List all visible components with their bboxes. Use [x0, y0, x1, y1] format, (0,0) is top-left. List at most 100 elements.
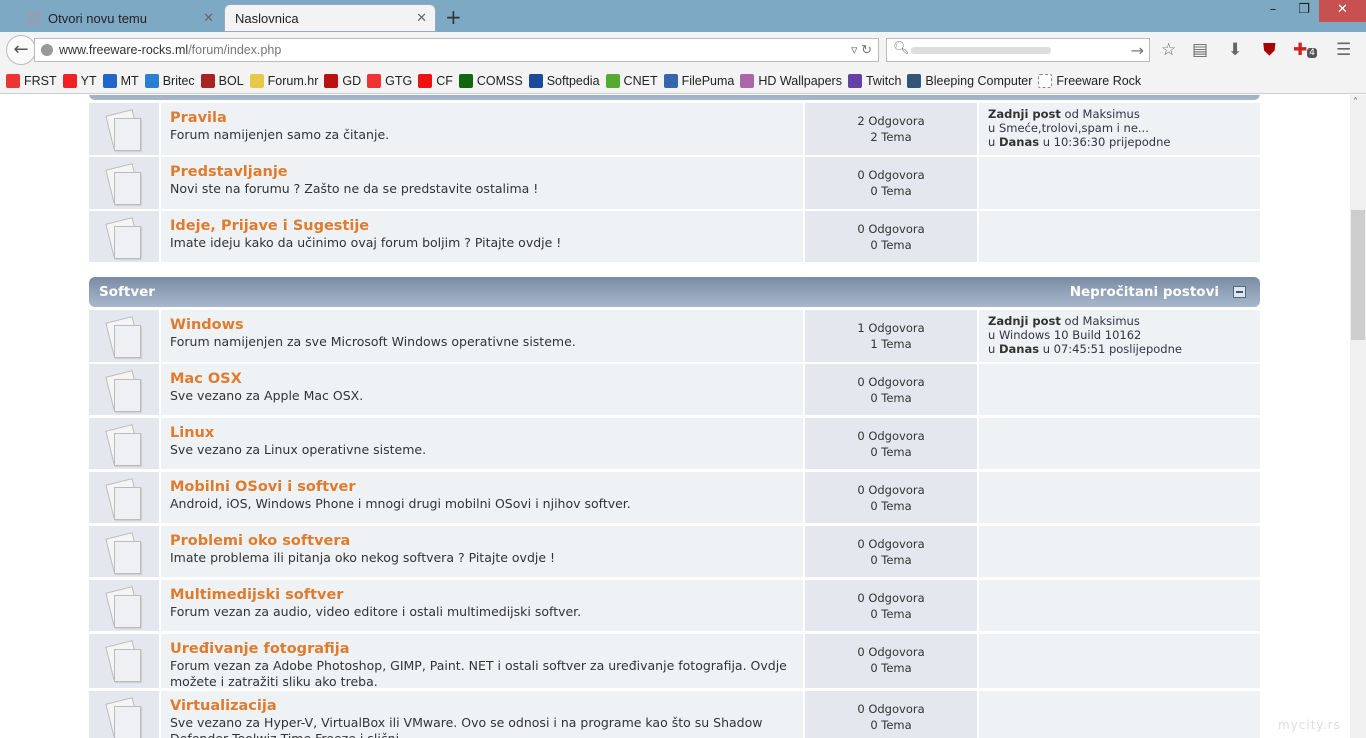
tab-naslovnica[interactable]: Naslovnica ✕ — [224, 4, 436, 32]
tab-otvori-novu-temu[interactable]: Otvori novu temu ✕ — [16, 4, 222, 32]
last-post-topic[interactable]: u Windows 10 Build 10162 — [988, 328, 1251, 342]
last-post — [979, 526, 1260, 577]
replies-count: 1 Odgovora — [857, 321, 925, 335]
watermark: mycity.rs — [1278, 718, 1341, 732]
forum-title-link[interactable]: Windows — [170, 316, 794, 334]
bookmark-item[interactable]: FilePuma — [663, 73, 734, 88]
scrollbar[interactable]: ˄ — [1350, 95, 1366, 738]
search-input[interactable]: 🔍︎ → — [886, 38, 1150, 62]
last-post — [979, 364, 1260, 415]
bookmark-favicon-icon — [663, 73, 678, 88]
forum-stats: 0 Odgovora 0 Tema — [805, 157, 977, 209]
bookmark-item[interactable]: FRST — [6, 73, 57, 88]
category-header — [89, 95, 1260, 100]
bookmark-item[interactable]: COMSS — [458, 73, 523, 88]
bookmark-star-icon[interactable]: ☆ — [1161, 40, 1176, 60]
bookmark-item[interactable]: HD Wallpapers — [740, 73, 842, 88]
forum-description: Forum namijenjen za sve Microsoft Window… — [170, 334, 576, 349]
collapse-icon[interactable] — [1233, 286, 1246, 298]
bookmark-item[interactable]: CF — [418, 73, 453, 88]
bookmark-item[interactable]: Forum.hr — [249, 73, 318, 88]
topics-count: 0 Tema — [870, 499, 912, 513]
bookmark-label: Softpedia — [546, 73, 600, 88]
page-icon — [114, 541, 141, 574]
forum-row: Pravila Forum namijenjen samo za čitanje.… — [89, 103, 1260, 155]
page-icon — [114, 595, 141, 628]
minimize-button[interactable]: – — [1258, 0, 1288, 22]
forum-title-link[interactable]: Mobilni OSovi i softver — [170, 478, 794, 496]
url-bar[interactable]: www.freeware-rocks.ml/forum/index.php ▿ ↻ — [34, 38, 879, 62]
forum-title-link[interactable]: Mac OSX — [170, 370, 794, 388]
bookmark-favicon-icon — [847, 73, 862, 88]
tab-label: Naslovnica — [235, 10, 299, 26]
search-go-icon[interactable]: → — [1131, 41, 1144, 60]
downloads-icon[interactable]: ⬇ — [1228, 40, 1242, 60]
forum-title-link[interactable]: Uređivanje fotografija — [170, 640, 794, 658]
extension-icon[interactable]: ✚ 4 — [1293, 40, 1317, 60]
forum-description: Sve vezano za Apple Mac OSX. — [170, 388, 364, 403]
topics-count: 0 Tema — [870, 184, 912, 198]
forum-title-link[interactable]: Linux — [170, 424, 794, 442]
bookmark-label: Bleeping Computer — [925, 73, 1033, 88]
search-icon: 🔍︎ — [893, 41, 910, 56]
forum-read-icon — [89, 211, 159, 262]
scroll-up-icon[interactable]: ˄ — [1353, 97, 1358, 108]
forum-title-link[interactable]: Predstavljanje — [170, 163, 794, 181]
replies-count: 0 Odgovora — [857, 168, 925, 182]
bookmark-favicon-icon — [740, 73, 755, 88]
last-post-time: u Danas u 07:45:51 poslijepodne — [988, 342, 1251, 356]
scrollbar-thumb[interactable] — [1351, 210, 1365, 340]
new-tab-button[interactable]: + — [445, 5, 462, 29]
replies-count: 0 Odgovora — [857, 591, 925, 605]
bookmark-item[interactable]: GTG — [367, 73, 412, 88]
forum-stats: 0 Odgovora 0 Tema — [805, 580, 977, 631]
bookmark-item[interactable]: CNET — [605, 73, 658, 88]
unread-posts-link[interactable]: Nepročitani postovi — [1070, 284, 1219, 300]
restore-button[interactable]: ❐ — [1289, 0, 1319, 22]
bookmark-favicon-icon — [249, 73, 264, 88]
url-path: /forum/index.php — [188, 43, 282, 57]
bookmark-item[interactable]: YT — [62, 73, 97, 88]
when-prefix: u — [988, 342, 996, 356]
forum-info: Linux Sve vezano za Linux operativne sist… — [161, 418, 803, 469]
back-button[interactable]: ← — [6, 35, 36, 65]
menu-icon[interactable]: ☰ — [1336, 40, 1351, 60]
bookmark-item[interactable]: MT — [102, 73, 139, 88]
reload-icon[interactable]: ▿ ↻ — [851, 39, 872, 61]
last-post-author[interactable]: od Maksimus — [1065, 314, 1140, 328]
close-tab-icon[interactable]: ✕ — [416, 10, 427, 26]
reading-list-icon[interactable]: ▤ — [1192, 40, 1208, 60]
bookmark-item[interactable]: Bleeping Computer — [907, 73, 1033, 88]
last-post-label: Zadnji post — [988, 314, 1061, 328]
forum-title-link[interactable]: Ideje, Prijave i Sugestije — [170, 217, 794, 235]
bookmark-item[interactable]: Freeware Rock — [1038, 73, 1141, 88]
forum-description: Imate problema ili pitanja oko nekog sof… — [170, 550, 556, 565]
forum-info: Mac OSX Sve vezano za Apple Mac OSX. — [161, 364, 803, 415]
forum-title-link[interactable]: Pravila — [170, 109, 794, 127]
category-title[interactable]: Softver — [99, 284, 155, 300]
close-tab-icon[interactable]: ✕ — [203, 10, 214, 26]
last-post-author[interactable]: od Maksimus — [1065, 107, 1140, 121]
bookmark-favicon-icon — [528, 73, 543, 88]
last-post-topic[interactable]: u Smeće,trolovi,spam i ne... — [988, 121, 1251, 135]
forum-read-icon — [89, 364, 159, 415]
bookmark-favicon-icon — [367, 73, 382, 88]
bookmark-item[interactable]: Britec — [144, 73, 195, 88]
ublock-icon[interactable]: ⛊ — [1263, 40, 1276, 60]
bookmark-label: Twitch — [865, 73, 902, 88]
category-header-softver[interactable]: Softver Nepročitani postovi — [89, 277, 1260, 307]
close-window-button[interactable]: ✕ — [1319, 0, 1366, 22]
bookmark-item[interactable]: BOL — [200, 73, 244, 88]
bookmark-favicon-icon — [458, 73, 473, 88]
page-icon — [114, 487, 141, 520]
last-post: Zadnji post od Maksimus u Smeće,trolovi,s… — [979, 103, 1260, 155]
forum-title-link[interactable]: Virtualizacija — [170, 697, 794, 715]
bookmark-item[interactable]: Softpedia — [528, 73, 600, 88]
bookmark-item[interactable]: Twitch — [847, 73, 902, 88]
replies-count: 0 Odgovora — [857, 483, 925, 497]
forum-title-link[interactable]: Problemi oko softvera — [170, 532, 794, 550]
replies-count: 0 Odgovora — [857, 222, 925, 236]
bookmark-item[interactable]: GD — [324, 73, 361, 88]
forum-stats: 0 Odgovora 0 Tema — [805, 418, 977, 469]
forum-title-link[interactable]: Multimedijski softver — [170, 586, 794, 604]
